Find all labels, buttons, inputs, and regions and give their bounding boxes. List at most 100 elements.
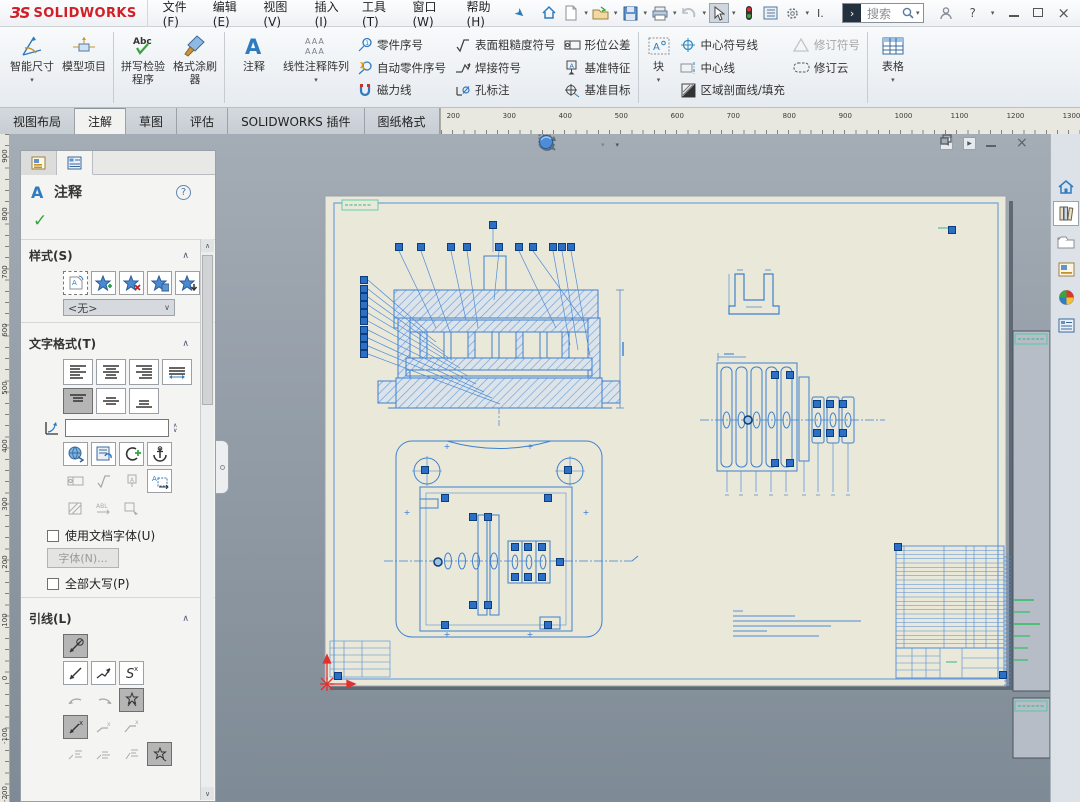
interface-sketch-icon[interactable]: I.	[812, 3, 832, 23]
home-icon[interactable]	[1053, 174, 1079, 199]
scroll-up-icon[interactable]: ∧	[201, 239, 214, 252]
help-icon[interactable]: ?	[970, 7, 976, 19]
load-style-button[interactable]	[175, 271, 200, 295]
save-style-button[interactable]	[147, 271, 172, 295]
chevron-down-icon[interactable]: ▾	[702, 9, 706, 17]
chevron-down-icon[interactable]: ▾	[314, 76, 318, 84]
chevron-down-icon[interactable]: ▾	[30, 76, 34, 84]
file-explorer-icon[interactable]	[1053, 229, 1079, 254]
magnetic-line-button[interactable]: 磁力线	[356, 79, 446, 101]
leader-nearest-button[interactable]: x	[63, 715, 88, 739]
block-button[interactable]: A 块 ▾	[642, 30, 676, 105]
datum-feature-button[interactable]: A 基准特征	[564, 57, 631, 79]
link-to-property-button[interactable]	[91, 442, 116, 466]
tables-button[interactable]: 表格 ▾	[871, 30, 915, 105]
doc-close-button[interactable]: ×	[1016, 137, 1028, 149]
weld-symbol-button[interactable]: 焊接符号	[454, 57, 556, 79]
linear-note-pattern-button[interactable]: AAAAAA 线性注释阵列 ▾	[280, 30, 352, 105]
text-format-section-header[interactable]: 文字格式(T) ∧	[21, 328, 215, 356]
format-painter-button[interactable]: 格式涂刷器	[169, 30, 221, 105]
tab-view-layout[interactable]: 视图布局	[0, 108, 75, 134]
use-document-font-checkbox[interactable]	[47, 530, 59, 542]
all-caps-row[interactable]: 全部大写(P)	[47, 575, 215, 592]
leader-button[interactable]	[63, 661, 88, 685]
tab-annotation[interactable]: 注解	[75, 108, 126, 134]
collapse-icon[interactable]: ∧	[182, 614, 189, 624]
justify-button[interactable]	[162, 359, 192, 385]
insert-hyperlink-button[interactable]	[63, 442, 88, 466]
search-input[interactable]: 搜索	[861, 5, 901, 22]
use-document-font-row[interactable]: 使用文档字体(U)	[47, 527, 215, 544]
close-button[interactable]: ×	[1057, 7, 1070, 19]
style-section-header[interactable]: 样式(S) ∧	[21, 240, 215, 268]
model-items-button[interactable]: 模型项目	[58, 30, 110, 105]
search-box[interactable]: › 搜索 ▾	[842, 3, 924, 23]
align-right-button[interactable]	[129, 359, 159, 385]
panel-collapse-handle[interactable]	[216, 440, 229, 494]
spline-leader-button[interactable]: Sx	[119, 661, 144, 685]
chevron-down-icon[interactable]: ▾	[614, 9, 618, 17]
style-preset-dropdown[interactable]: <无> ∨	[63, 299, 175, 316]
add-symbol-button[interactable]	[119, 442, 144, 466]
search-magnifier-icon[interactable]	[901, 6, 915, 20]
bent-leader-button[interactable]	[91, 661, 116, 685]
options-gear-icon[interactable]	[783, 3, 803, 23]
chevron-down-icon[interactable]: ▾	[916, 9, 920, 17]
angle-input[interactable]	[65, 419, 169, 437]
chevron-down-icon[interactable]: ▾	[643, 9, 647, 17]
auto-balloon-button[interactable]: 自动零件序号	[356, 57, 446, 79]
menu-edit[interactable]: 编辑(E)	[204, 0, 255, 26]
menu-view[interactable]: 视图(V)	[254, 0, 305, 26]
geometric-tolerance-button[interactable]: 形位公差	[564, 34, 631, 56]
collapse-icon[interactable]: ∧	[182, 339, 189, 349]
user-icon[interactable]	[936, 3, 956, 23]
tab-solidworks-addins[interactable]: SOLIDWORKS 插件	[228, 108, 364, 134]
multi-leader-button[interactable]	[119, 688, 144, 712]
center-mark-button[interactable]: 中心符号线	[680, 34, 785, 56]
balloon-button[interactable]: 1 零件序号	[356, 34, 446, 56]
print-icon[interactable]	[650, 3, 670, 23]
menu-window[interactable]: 窗口(W)	[403, 0, 457, 26]
note-button[interactable]: A 注释	[228, 30, 280, 105]
help-icon[interactable]: ?	[176, 185, 191, 200]
menu-insert[interactable]: 插入(I)	[306, 0, 353, 26]
chevron-down-icon[interactable]: ▾	[806, 9, 810, 17]
chevron-down-icon[interactable]: ▾	[673, 9, 677, 17]
display-pane-icon[interactable]	[761, 3, 781, 23]
tab-property-manager[interactable]	[57, 151, 93, 175]
align-bottom-button[interactable]	[129, 388, 159, 414]
delete-style-button[interactable]	[119, 271, 144, 295]
hole-callout-button[interactable]: 孔标注	[454, 79, 556, 101]
undo-icon[interactable]	[679, 3, 699, 23]
chevron-down-icon[interactable]: ▾	[657, 76, 661, 84]
align-left-button[interactable]	[63, 359, 93, 385]
save-icon[interactable]	[620, 3, 640, 23]
design-library-icon[interactable]	[1053, 201, 1079, 226]
smart-dimension-button[interactable]: 智能尺寸 ▾	[6, 30, 58, 105]
tab-sketch[interactable]: 草图	[126, 108, 177, 134]
open-icon[interactable]	[591, 3, 611, 23]
appearances-icon[interactable]	[1053, 285, 1079, 310]
align-middle-button[interactable]	[96, 388, 126, 414]
view-palette-icon[interactable]	[1053, 257, 1079, 282]
area-hatch-button[interactable]: 区域剖面线/填充	[680, 79, 785, 101]
lock-anchor-button[interactable]	[147, 442, 172, 466]
doc-minimize-button[interactable]	[986, 137, 996, 149]
leader-section-header[interactable]: 引线(L) ∧	[21, 603, 215, 631]
tab-feature-manager[interactable]	[21, 151, 57, 175]
performance-evaluation-icon[interactable]	[739, 3, 759, 23]
add-style-button[interactable]	[91, 271, 116, 295]
auto-leader-button[interactable]	[63, 634, 88, 658]
chevron-down-icon[interactable]: ▾	[584, 9, 588, 17]
command-search-icon[interactable]: ›	[843, 4, 861, 22]
spinner-down-icon[interactable]: ∨	[173, 428, 177, 433]
new-document-icon[interactable]	[561, 3, 581, 23]
hide-show-items-icon[interactable]: ▾	[615, 141, 621, 149]
chevron-down-icon[interactable]: ▾	[616, 141, 620, 149]
menu-help[interactable]: 帮助(H)	[458, 0, 510, 26]
panel-scrollbar[interactable]: ∧ ∨	[200, 239, 214, 800]
menu-tools[interactable]: 工具(T)	[353, 0, 403, 26]
align-center-button[interactable]	[96, 359, 126, 385]
align-top-button[interactable]	[63, 388, 93, 414]
maximize-button[interactable]	[1033, 7, 1043, 19]
